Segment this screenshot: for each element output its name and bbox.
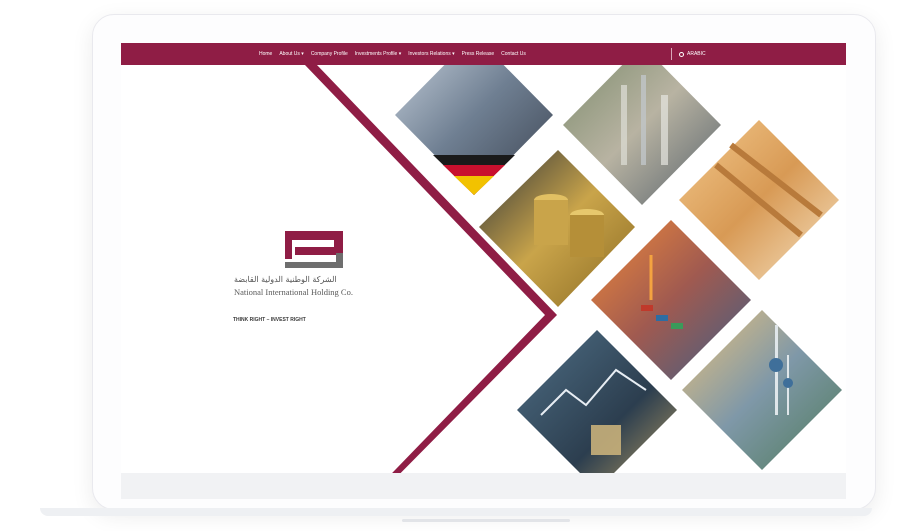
language-label: ARABIC xyxy=(687,51,706,57)
footer-bar xyxy=(121,473,846,499)
nav-press-release[interactable]: Press Release xyxy=(462,51,495,57)
website-screen: Home About Us ▾ Company Profile Investme… xyxy=(121,43,846,499)
laptop-notch xyxy=(402,519,570,522)
top-navbar: Home About Us ▾ Company Profile Investme… xyxy=(121,43,846,65)
company-name-english: National International Holding Co. xyxy=(234,287,353,297)
nav-contact-us[interactable]: Contact Us xyxy=(501,51,526,57)
hero-graphic xyxy=(305,65,842,499)
nav-company-profile[interactable]: Company Profile xyxy=(311,51,348,57)
language-switch[interactable]: ARABIC xyxy=(679,43,706,65)
brand-tagline: THINK RIGHT – INVEST RIGHT xyxy=(233,317,306,323)
laptop-base xyxy=(40,508,872,516)
nav-home[interactable]: Home xyxy=(259,51,272,57)
globe-icon xyxy=(679,51,684,57)
company-name-arabic: الشركة الوطنية الدولية القابضة xyxy=(234,275,337,284)
nav-investments-profile[interactable]: Investments Profile ▾ xyxy=(355,51,401,57)
nav-menu: Home About Us ▾ Company Profile Investme… xyxy=(259,51,526,57)
nav-divider xyxy=(671,48,672,60)
nav-about-us[interactable]: About Us ▾ xyxy=(279,51,303,57)
nav-investors-relations[interactable]: Investors Relations ▾ xyxy=(408,51,454,57)
company-logo[interactable] xyxy=(285,231,343,271)
